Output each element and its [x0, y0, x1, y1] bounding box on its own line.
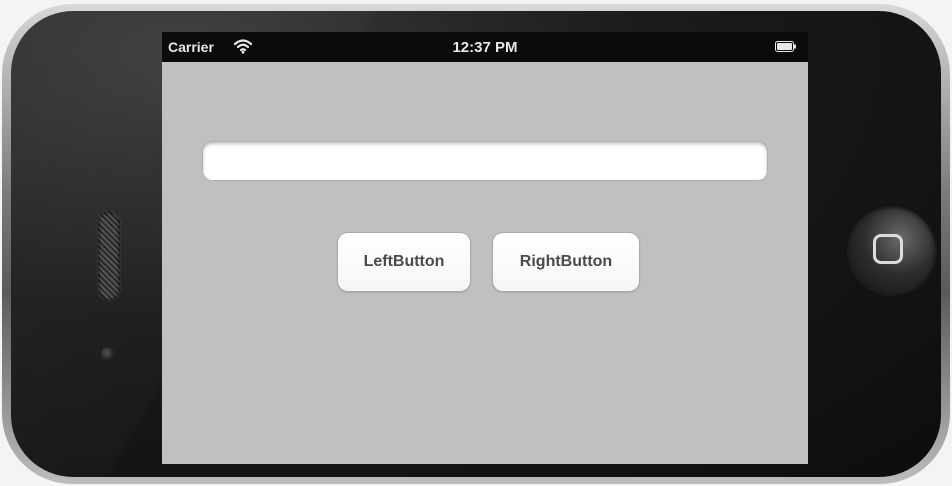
front-camera	[101, 347, 115, 361]
text-input-field[interactable]	[203, 142, 767, 180]
home-button[interactable]	[845, 206, 937, 298]
iphone-device-frame: Carrier 12:37 PM LeftButton RightButton	[2, 4, 950, 484]
earpiece-speaker	[98, 211, 120, 301]
status-time: 12:37 PM	[452, 39, 518, 56]
left-button[interactable]: LeftButton	[338, 233, 470, 291]
right-button-label: RightButton	[519, 253, 613, 270]
status-bar: Carrier 12:37 PM	[162, 32, 808, 62]
left-button-label: LeftButton	[363, 253, 445, 270]
home-button-icon	[873, 234, 903, 264]
battery-icon	[775, 41, 796, 52]
simulator-window: Carrier 12:37 PM LeftButton RightButton	[0, 0, 952, 486]
right-button[interactable]: RightButton	[493, 233, 639, 291]
device-screen: Carrier 12:37 PM LeftButton RightButton	[162, 32, 808, 464]
